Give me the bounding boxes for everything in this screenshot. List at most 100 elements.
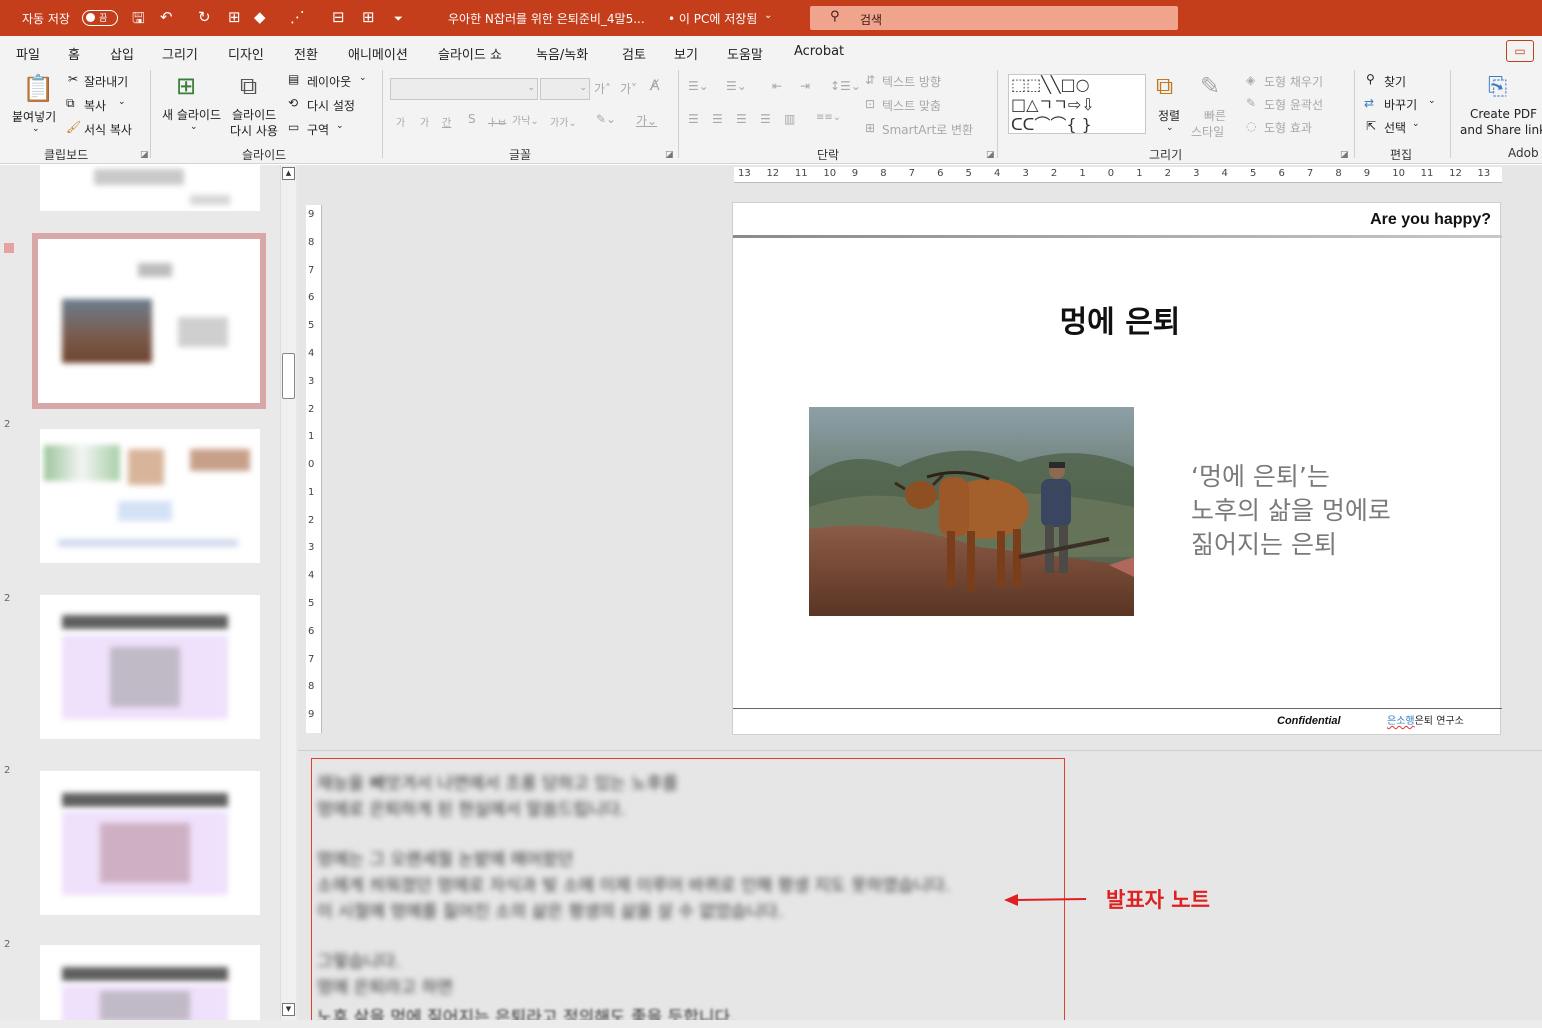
tab-draw[interactable]: 그리기: [162, 44, 198, 63]
tab-design[interactable]: 디자인: [228, 44, 264, 63]
autosave-toggle[interactable]: 끔: [82, 10, 118, 26]
justify-icon[interactable]: ☰: [760, 112, 771, 126]
scroll-up-icon[interactable]: ▲: [282, 167, 295, 180]
find-button[interactable]: 찾기: [1384, 73, 1406, 90]
slide-thumbnail[interactable]: [40, 771, 260, 915]
cut-button[interactable]: 잘라내기: [84, 73, 128, 90]
shape-outline-button[interactable]: 도형 윤곽선: [1264, 96, 1323, 113]
search-box[interactable]: ⚲ 검색: [810, 6, 1178, 30]
change-case-icon[interactable]: 가가⌄: [550, 114, 577, 129]
document-title[interactable]: 우아한 N잡러를 위한 은퇴준비_4말5...: [448, 10, 645, 27]
highlight-icon[interactable]: ✎⌄: [596, 112, 616, 126]
chevron-down-icon[interactable]: ⌄: [336, 121, 344, 131]
launcher-icon[interactable]: ◪: [140, 150, 149, 160]
format-painter-button[interactable]: 서식 복사: [84, 121, 132, 138]
tab-record[interactable]: 녹음/녹화: [536, 44, 588, 63]
present-icon[interactable]: ⊞: [228, 8, 241, 26]
slide-thumbnail[interactable]: [40, 595, 260, 739]
find-icon[interactable]: ⚲: [1366, 72, 1375, 86]
create-pdf-icon[interactable]: ⎘: [1488, 72, 1507, 100]
align-text-button[interactable]: 텍스트 맞춤: [882, 97, 941, 114]
increase-font-icon[interactable]: 가˄: [594, 80, 611, 97]
layout-button[interactable]: 레이아웃: [307, 73, 351, 90]
bullets-icon[interactable]: ☰⌄: [688, 79, 709, 93]
chevron-down-icon[interactable]: ⌄: [190, 122, 198, 132]
chevron-down-icon[interactable]: ⌄: [764, 10, 772, 21]
tab-transitions[interactable]: 전환: [294, 44, 318, 63]
shapes-icon[interactable]: ◆: [254, 8, 266, 26]
decrease-font-icon[interactable]: 가˅: [620, 80, 637, 97]
align-left-icon[interactable]: ☰: [688, 112, 699, 126]
font-size-combo[interactable]: ⌄: [540, 78, 590, 100]
current-slide[interactable]: Are you happy? 멍에 은퇴 ‘멍에 은퇴’는 노후의 삶을 멍에로…: [732, 202, 1502, 735]
quick-styles-icon[interactable]: ✎: [1200, 72, 1220, 100]
align-right-icon[interactable]: ☰: [736, 112, 747, 126]
scroll-down-icon[interactable]: ▼: [282, 1003, 295, 1016]
chevron-down-icon[interactable]: ⌄: [1412, 119, 1420, 129]
reset-icon[interactable]: ⟲: [288, 96, 298, 110]
draw-icon[interactable]: ⋰: [290, 8, 305, 26]
tab-animations[interactable]: 애니메이션: [348, 44, 408, 63]
layout-icon[interactable]: ▤: [288, 72, 299, 86]
launcher-icon[interactable]: ◪: [986, 150, 995, 160]
copy-button[interactable]: 복사: [84, 97, 106, 114]
grid-icon[interactable]: ⊞: [362, 8, 375, 26]
cut-icon[interactable]: ✂: [68, 72, 78, 86]
decrease-indent-icon[interactable]: ⇤: [772, 79, 782, 93]
scroll-thumb[interactable]: [282, 353, 295, 399]
smartart-icon[interactable]: ⊞: [865, 121, 875, 135]
table-icon[interactable]: ⊟: [332, 8, 345, 26]
font-name-combo[interactable]: ⌄: [390, 78, 538, 100]
tab-review[interactable]: 검토: [622, 44, 646, 63]
columns-icon[interactable]: ▥: [784, 112, 795, 126]
tab-slideshow[interactable]: 슬라이드 쇼: [438, 44, 502, 63]
copy-icon[interactable]: ⧉: [66, 96, 75, 111]
new-slide-button[interactable]: 새 슬라이드: [162, 106, 221, 123]
shapes-gallery[interactable]: ⬚⬚╲╲□○ □△ㄱㄱ⇨⇩ ᑕᑕ⌒⌒{ }: [1008, 74, 1146, 134]
save-status[interactable]: • 이 PC에 저장됨: [668, 10, 757, 27]
customize-qat-icon[interactable]: ⏷: [394, 12, 403, 26]
quick-styles-button[interactable]: 빠른: [1204, 107, 1226, 124]
slide-header-text[interactable]: Are you happy?: [1370, 211, 1491, 229]
section-icon[interactable]: ▭: [288, 120, 299, 134]
clear-format-icon[interactable]: A̸: [650, 78, 660, 94]
arrange-icon[interactable]: ⧉: [1156, 72, 1173, 100]
slide-thumbnail[interactable]: [40, 165, 260, 211]
slide-body-text[interactable]: ‘멍에 은퇴’는 노후의 삶을 멍에로 짊어지는 은퇴: [1191, 460, 1391, 562]
slide-thumbnail[interactable]: [40, 945, 260, 1028]
reuse-slides-button[interactable]: 슬라이드: [232, 106, 276, 123]
slide-thumbnail[interactable]: [40, 429, 260, 563]
chevron-down-icon[interactable]: ⌄: [32, 124, 40, 134]
char-spacing-icon[interactable]: 가낙⌄: [512, 112, 539, 127]
slide-title[interactable]: 멍에 은퇴: [733, 297, 1507, 341]
replace-icon[interactable]: ⇄: [1364, 96, 1374, 110]
tab-view[interactable]: 보기: [674, 44, 698, 63]
text-direction-button[interactable]: 텍스트 방향: [882, 73, 941, 90]
arrange-button[interactable]: 정렬: [1158, 107, 1180, 124]
tab-file[interactable]: 파일: [16, 44, 40, 63]
tab-insert[interactable]: 삽입: [110, 44, 134, 63]
create-pdf-button[interactable]: Create PDF: [1470, 107, 1537, 121]
bold-icon[interactable]: 가: [396, 114, 405, 129]
select-button[interactable]: 선택: [1384, 119, 1406, 136]
shape-effects-icon[interactable]: ◌: [1246, 119, 1256, 133]
shape-fill-icon[interactable]: ◈: [1246, 73, 1255, 87]
increase-indent-icon[interactable]: ⇥: [800, 79, 810, 93]
section-button[interactable]: 구역: [307, 121, 329, 138]
distribute-icon[interactable]: ≡≡⌄: [816, 112, 841, 123]
comment-icon[interactable]: ▭: [1506, 40, 1534, 62]
underline-icon[interactable]: 간: [442, 114, 451, 129]
shadow-icon[interactable]: S: [468, 112, 476, 126]
paste-button[interactable]: 붙여넣기: [12, 108, 56, 125]
shape-fill-button[interactable]: 도형 채우기: [1264, 73, 1323, 90]
font-color-icon[interactable]: 가⌄: [636, 112, 657, 129]
reset-button[interactable]: 다시 설정: [307, 97, 355, 114]
smartart-button[interactable]: SmartArt로 변환: [882, 121, 973, 138]
tab-acrobat[interactable]: Acrobat: [794, 44, 844, 59]
select-icon[interactable]: ⇱: [1366, 119, 1376, 133]
speaker-notes-pane[interactable]: 재능을 빼앗겨서 나면에서 조롱 당하고 있는 노후를 멍에로 은퇴하게 된 현…: [311, 758, 1065, 1024]
paste-icon[interactable]: 📋: [22, 74, 54, 104]
strikethrough-icon[interactable]: ㅏㅂ: [488, 114, 506, 129]
reuse-slides-icon[interactable]: ⧉: [240, 72, 257, 100]
undo-icon[interactable]: ↶: [160, 8, 173, 26]
